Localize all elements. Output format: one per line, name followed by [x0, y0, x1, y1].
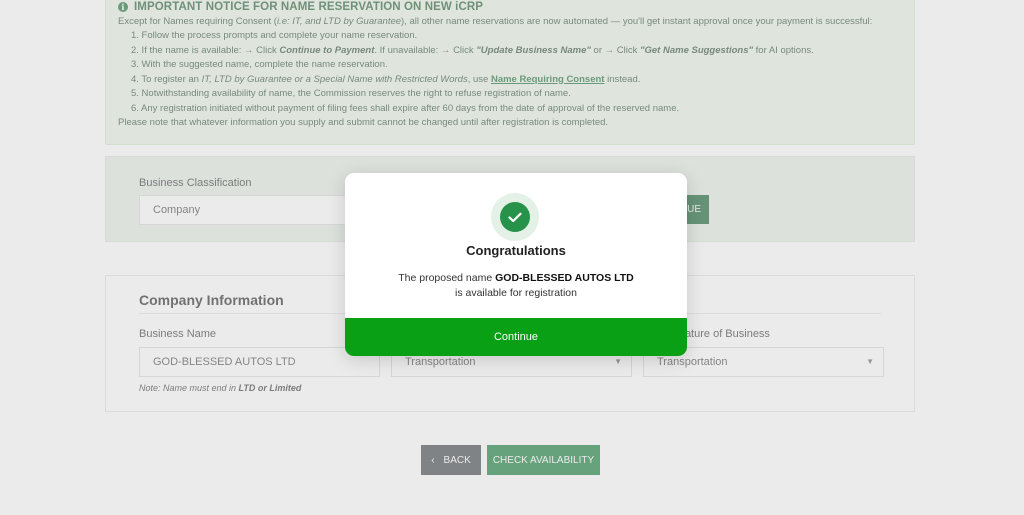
- continue-button[interactable]: Continue: [345, 318, 687, 356]
- success-modal: Congratulations The proposed name GOD-BL…: [345, 173, 687, 356]
- check-circle-icon: [500, 202, 530, 232]
- modal-message-text-2: is available for registration: [455, 287, 577, 299]
- checkmark-icon: [508, 212, 522, 222]
- modal-title: Congratulations: [466, 243, 566, 258]
- proposed-name: GOD-BLESSED AUTOS LTD: [495, 272, 634, 284]
- modal-message: The proposed name GOD-BLESSED AUTOS LTD …: [345, 271, 687, 301]
- modal-message-text: The proposed name: [398, 272, 496, 284]
- success-icon-halo: [491, 193, 539, 241]
